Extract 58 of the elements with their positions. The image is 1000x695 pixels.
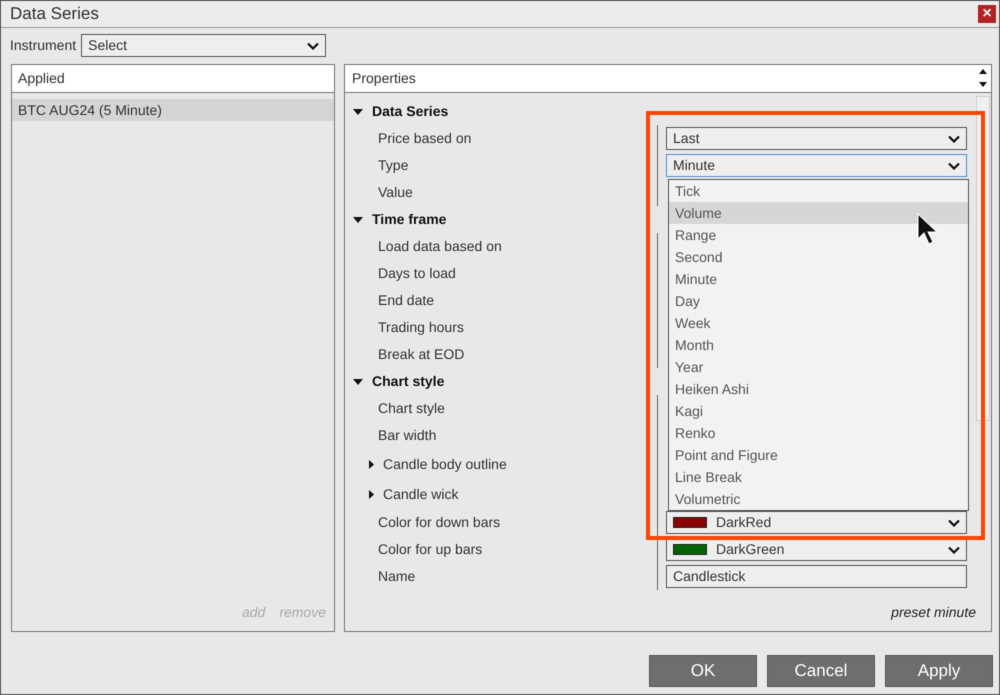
chevron-down-icon xyxy=(307,42,320,50)
dropdown-option[interactable]: Line Break xyxy=(669,466,968,488)
dialog-button[interactable]: OK xyxy=(649,655,757,687)
property-dropdown[interactable]: Minute xyxy=(666,154,967,177)
property-label: Price based on xyxy=(378,129,472,148)
dropdown-option[interactable]: Heiken Ashi xyxy=(669,378,968,400)
property-label: Color for up bars xyxy=(378,540,482,559)
dropdown-option[interactable]: Month xyxy=(669,334,968,356)
dialog-button[interactable]: Apply xyxy=(885,655,993,687)
dropdown-option[interactable]: Range xyxy=(669,224,968,246)
window-title: Data Series xyxy=(10,3,99,26)
instrument-label: Instrument xyxy=(10,36,76,55)
property-label: Bar width xyxy=(378,426,436,445)
preset-label: preset minute xyxy=(891,603,976,622)
property-label: Value xyxy=(378,183,413,202)
dropdown-option[interactable]: Week xyxy=(669,312,968,334)
color-name: DarkGreen xyxy=(716,540,784,559)
dropdown-option[interactable]: Day xyxy=(669,290,968,312)
chevron-down-icon xyxy=(948,518,960,526)
chevron-down-icon xyxy=(948,162,960,170)
close-button[interactable]: × xyxy=(978,5,996,23)
dialog-button[interactable]: Cancel xyxy=(767,655,875,687)
panel-header: Applied xyxy=(12,65,334,93)
dropdown-option[interactable]: Renko xyxy=(669,422,968,444)
color-dropdown[interactable]: DarkGreen xyxy=(666,538,967,561)
property-label: Type xyxy=(378,156,408,175)
chevron-down-icon xyxy=(948,134,960,142)
scroll-arrows-icon xyxy=(979,67,987,89)
property-label: Candle body outline xyxy=(383,454,507,474)
property-label: Days to load xyxy=(378,264,456,283)
name-field[interactable]: Candlestick xyxy=(666,565,967,588)
dropdown-option[interactable]: Year xyxy=(669,356,968,378)
property-label: Break at EOD xyxy=(378,345,464,364)
property-label: Chart style xyxy=(378,399,445,418)
dropdown-option[interactable]: Volumetric xyxy=(669,488,968,510)
color-name: DarkRed xyxy=(716,513,772,532)
instrument-dropdown[interactable]: Select xyxy=(81,34,326,57)
chevron-down-icon xyxy=(948,546,960,554)
dropdown-option[interactable]: Minute xyxy=(669,268,968,290)
property-label: Load data based on xyxy=(378,237,502,256)
dropdown-option[interactable]: Kagi xyxy=(669,400,968,422)
property-label: End date xyxy=(378,291,434,310)
group-label: Time frame xyxy=(372,210,446,229)
property-label: Trading hours xyxy=(378,318,464,337)
list-item[interactable]: BTC AUG24 (5 Minute) xyxy=(12,99,334,121)
group-label: Chart style xyxy=(372,372,444,391)
property-label: Name xyxy=(378,567,416,586)
property-dropdown[interactable]: Last xyxy=(666,127,967,150)
group-label: Data Series xyxy=(372,102,448,121)
dropdown-option[interactable]: Point and Figure xyxy=(669,444,968,466)
dropdown-option[interactable]: Tick xyxy=(669,180,968,202)
property-label: Candle wick xyxy=(383,484,458,504)
property-label: Color for down bars xyxy=(378,513,500,532)
color-dropdown[interactable]: DarkRed xyxy=(666,511,967,534)
panel-header: Properties xyxy=(352,69,416,88)
dropdown-option[interactable]: Volume xyxy=(669,202,968,224)
dropdown-option[interactable]: Second xyxy=(669,246,968,268)
cursor-icon xyxy=(917,213,939,245)
